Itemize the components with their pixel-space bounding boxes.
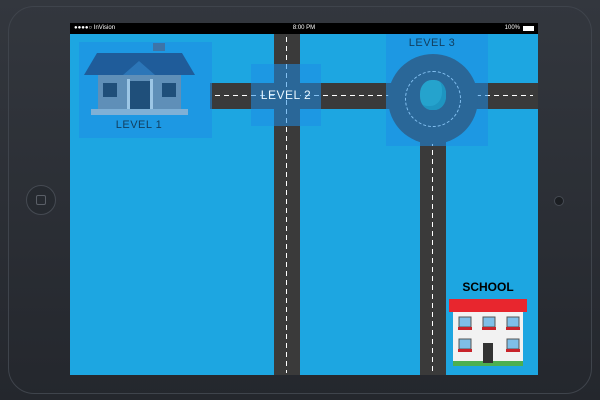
road-vertical-right: [420, 133, 446, 375]
road-vertical-right-center-line: [432, 141, 433, 373]
battery-percent: 100%: [504, 25, 520, 31]
level-2-label: LEVEL 2: [260, 88, 312, 102]
level-1-label: LEVEL 1: [115, 119, 163, 131]
school-building-icon[interactable]: [449, 295, 529, 371]
home-button[interactable]: [26, 185, 56, 215]
house-icon: [84, 43, 195, 115]
camera-icon: [554, 196, 564, 206]
level-3-label: LEVEL 3: [408, 37, 456, 49]
status-time: 8:00 PM: [292, 25, 316, 31]
status-bar: ●●●●○ InVision 8:00 PM 100%: [70, 23, 538, 34]
level-1-hotspot[interactable]: LEVEL 1: [79, 42, 212, 138]
app-screen: ●●●●○ InVision 8:00 PM 100% LEVEL 1 LEVE…: [70, 23, 538, 375]
level-3-hotspot[interactable]: LEVEL 3: [386, 34, 488, 146]
school-label: SCHOOL: [462, 280, 514, 294]
tablet-device: ●●●●○ InVision 8:00 PM 100% LEVEL 1 LEVE…: [0, 0, 600, 400]
home-square-icon: [36, 195, 46, 205]
battery-icon: [523, 26, 534, 31]
level-2-hotspot[interactable]: LEVEL 2: [251, 64, 321, 126]
